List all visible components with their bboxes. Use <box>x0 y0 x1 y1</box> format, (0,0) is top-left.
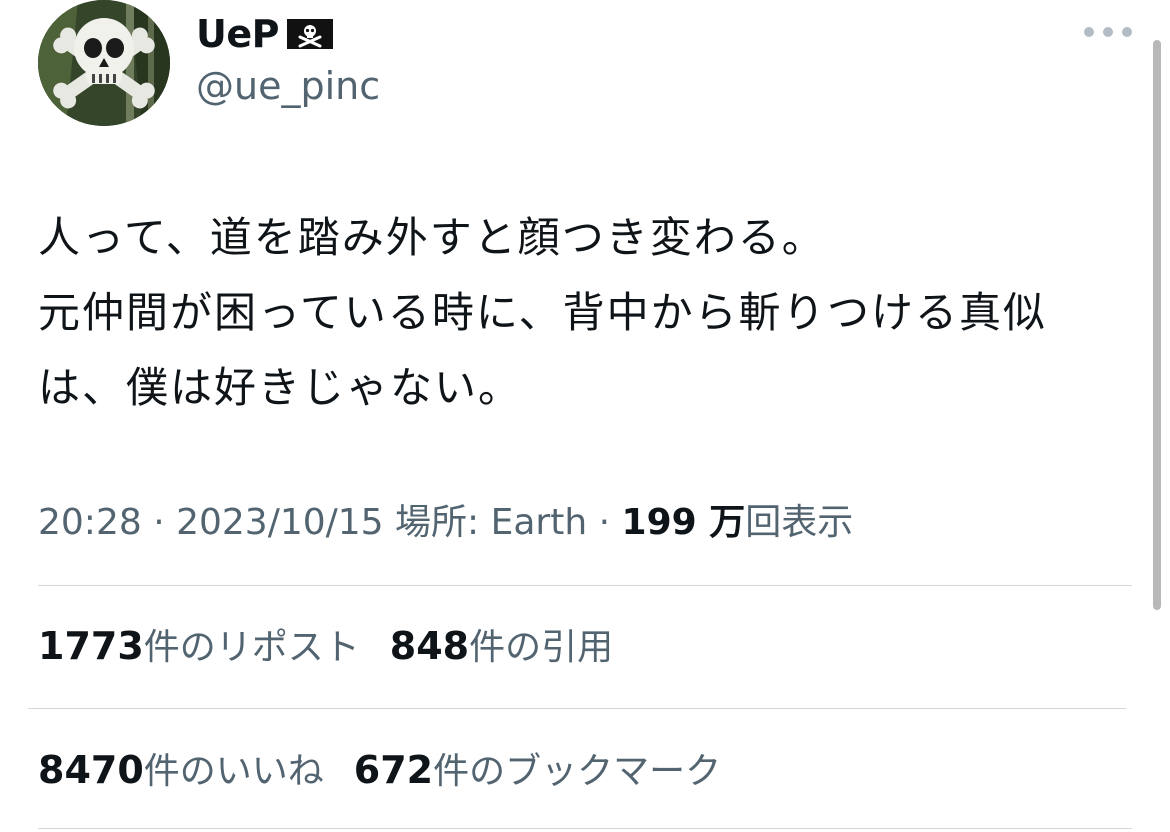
tweet-line-2: 元仲間が困っている時に、背中から斬りつける真似 <box>38 288 1048 337</box>
avatar[interactable] <box>38 0 170 126</box>
tweet-line-3: は、僕は好きじゃない。 <box>38 363 523 412</box>
author-handle[interactable]: @ue_pinc <box>196 64 380 108</box>
quotes-stat[interactable]: 848件の引用 <box>389 624 614 668</box>
tweet-line-1: 人って、道を踏み外すと顔つき変わる。 <box>38 213 826 262</box>
location-label: 場所: <box>383 502 491 543</box>
tweet-time[interactable]: 20:28 <box>38 502 142 543</box>
reposts-label: 件のリポスト <box>143 627 360 668</box>
bookmarks-count: 672 <box>353 748 434 792</box>
tweet-text: 人って、道を踏み外すと顔つき変わる。 元仲間が困っている時に、背中から斬りつける… <box>38 200 1148 425</box>
meta-separator: · <box>141 502 177 543</box>
tweet-date[interactable]: 2023/10/15 <box>176 502 384 543</box>
bookmarks-stat[interactable]: 672件のブックマーク <box>353 748 722 792</box>
tweet-location: Earth <box>490 502 588 543</box>
views-label: 回表示 <box>745 502 854 543</box>
display-name-text[interactable]: UeP <box>196 12 279 56</box>
reposts-stat[interactable]: 1773件のリポスト <box>38 624 360 668</box>
divider <box>38 828 1132 829</box>
stats-row-reposts-quotes: 1773件のリポスト 848件の引用 <box>38 618 613 674</box>
reposts-count: 1773 <box>38 624 144 668</box>
likes-count: 8470 <box>38 748 144 792</box>
quotes-label: 件の引用 <box>469 627 614 668</box>
bookmarks-label: 件のブックマーク <box>433 751 722 792</box>
divider <box>38 585 1132 586</box>
divider <box>28 708 1126 709</box>
meta-separator: · <box>587 502 622 543</box>
scrollbar[interactable] <box>1153 40 1161 610</box>
views-count: 199 万 <box>621 502 746 543</box>
likes-stat[interactable]: 8470件のいいね <box>38 748 324 792</box>
tweet-meta: 20:28 · 2023/10/15 場所: Earth · 199 万回表示 <box>38 497 853 549</box>
skull-crossbones-icon <box>38 0 170 126</box>
stats-row-likes-bookmarks: 8470件のいいね 672件のブックマーク <box>38 742 721 798</box>
more-options-icon[interactable] <box>1084 20 1132 44</box>
display-name[interactable]: UeP <box>196 10 337 58</box>
pirate-flag-icon <box>285 17 337 51</box>
quotes-count: 848 <box>389 624 470 668</box>
likes-label: 件のいいね <box>143 751 324 792</box>
